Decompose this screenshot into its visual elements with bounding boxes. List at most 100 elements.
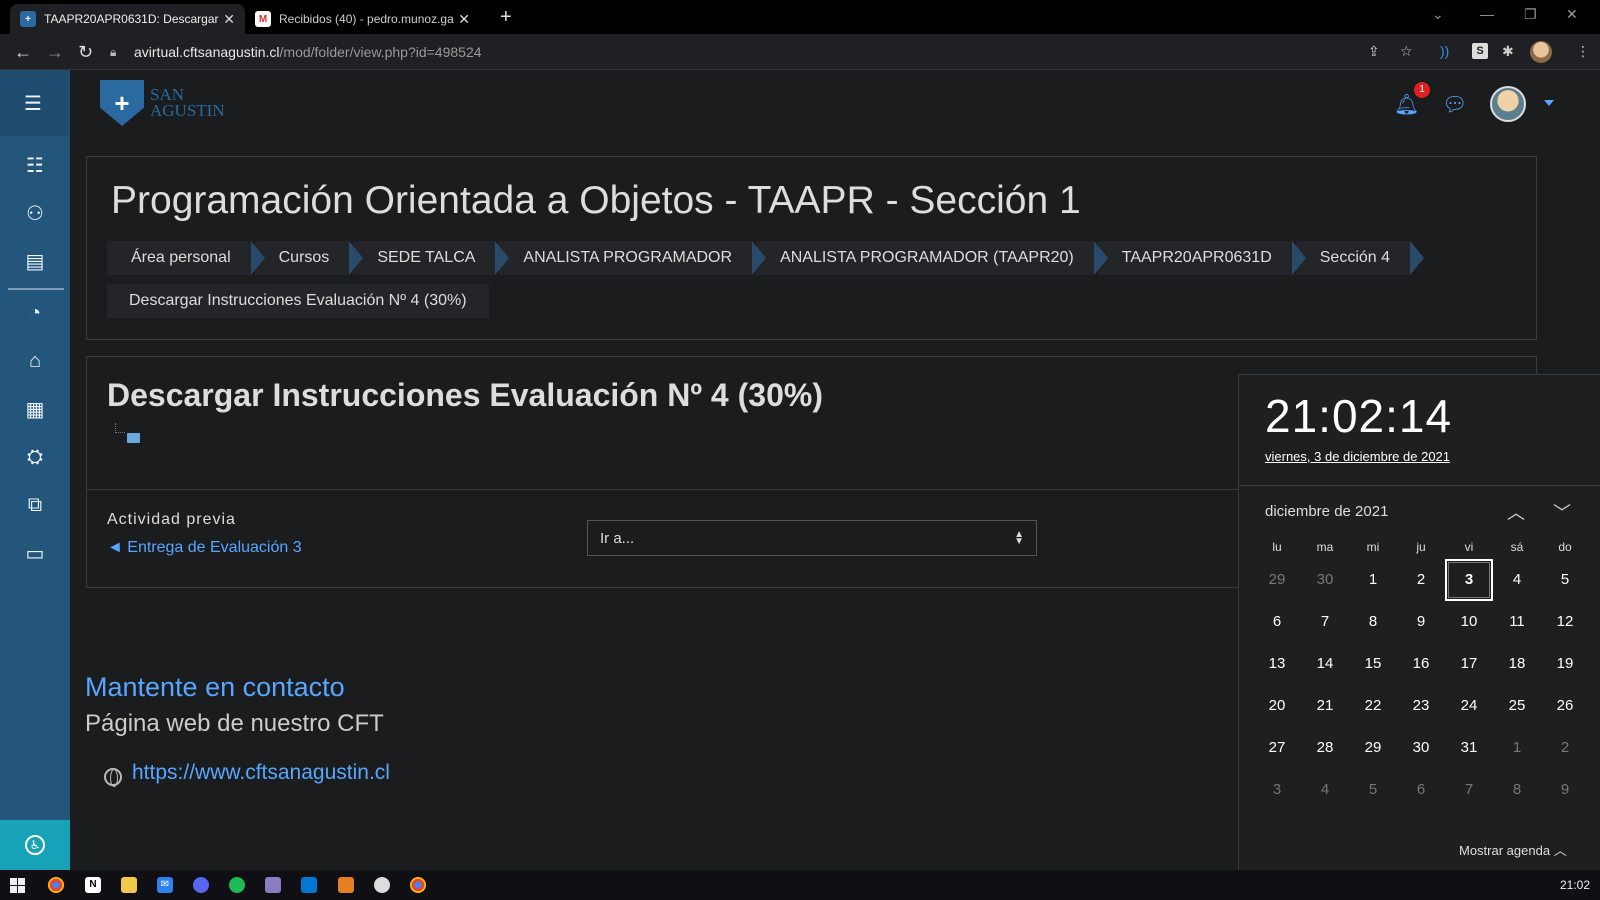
calendar-day[interactable]: 11 bbox=[1493, 601, 1541, 643]
calendar-day[interactable]: 21 bbox=[1301, 685, 1349, 727]
calendar-day[interactable]: 17 bbox=[1445, 643, 1493, 685]
windows-start-icon[interactable] bbox=[10, 878, 25, 893]
calendar-day[interactable]: 7 bbox=[1301, 601, 1349, 643]
calendar-day[interactable]: 19 bbox=[1541, 643, 1589, 685]
bookmark-star-icon[interactable]: ☆ bbox=[1400, 43, 1413, 60]
user-menu-caret-icon[interactable] bbox=[1544, 100, 1554, 106]
taskbar-clock[interactable]: 21:02 bbox=[1560, 878, 1590, 892]
close-tab-icon[interactable]: ✕ bbox=[223, 11, 235, 28]
browser-tab-active[interactable]: + TAAPR20APR0631D: Descargar In ✕ bbox=[10, 4, 245, 34]
vscode-taskbar-icon[interactable] bbox=[301, 877, 317, 893]
messages-chat-icon[interactable]: 💬︎ bbox=[1442, 92, 1467, 117]
calendar-month-label[interactable]: diciembre de 2021 bbox=[1265, 503, 1388, 520]
calendar-day[interactable]: 7 bbox=[1445, 769, 1493, 811]
calendar-day[interactable]: 3 bbox=[1253, 769, 1301, 811]
next-month-chevron-icon[interactable]: ﹀ bbox=[1553, 499, 1571, 525]
file-explorer-taskbar-icon[interactable] bbox=[121, 877, 137, 893]
calendar-day[interactable]: 25 bbox=[1493, 685, 1541, 727]
close-window-icon[interactable]: ✕ bbox=[1566, 6, 1578, 23]
calendar-day-today[interactable]: 3 bbox=[1445, 559, 1493, 601]
calendar-day[interactable]: 9 bbox=[1541, 769, 1589, 811]
breadcrumb-item[interactable]: ANALISTA PROGRAMADOR (TAAPR20) bbox=[756, 241, 1108, 275]
breadcrumb-item[interactable]: Sección 4 bbox=[1295, 241, 1425, 275]
home-icon[interactable]: ⌂ bbox=[22, 348, 48, 374]
chrome-profile-taskbar-icon[interactable] bbox=[410, 877, 426, 893]
share-icon[interactable]: ⇪ bbox=[1368, 43, 1380, 60]
calendar-day[interactable]: 12 bbox=[1541, 601, 1589, 643]
reload-icon[interactable]: ↻ bbox=[78, 42, 93, 63]
minimize-icon[interactable]: — bbox=[1480, 6, 1494, 22]
app-taskbar-icon[interactable] bbox=[265, 877, 281, 893]
show-agenda-button[interactable]: Mostrar agenda ︿ bbox=[1459, 840, 1567, 859]
dashboard-gauge-icon[interactable]: ◔ bbox=[22, 300, 48, 326]
folder-icon[interactable] bbox=[127, 433, 140, 443]
extension-s-icon[interactable]: S bbox=[1472, 43, 1488, 59]
jump-to-select[interactable]: Ir a... ▲ ▼ bbox=[587, 520, 1037, 556]
github-desktop-taskbar-icon[interactable] bbox=[374, 877, 390, 893]
calendar-day[interactable]: 8 bbox=[1349, 601, 1397, 643]
calendar-day[interactable]: 30 bbox=[1397, 727, 1445, 769]
breadcrumb-item[interactable]: Cursos bbox=[254, 241, 364, 275]
calendar-day[interactable]: 5 bbox=[1541, 559, 1589, 601]
discord-taskbar-icon[interactable] bbox=[193, 877, 209, 893]
close-tab-icon[interactable]: ✕ bbox=[458, 11, 470, 28]
calendar-day[interactable]: 20 bbox=[1253, 685, 1301, 727]
mail-taskbar-icon[interactable]: ✉ bbox=[157, 877, 173, 893]
calendar-day[interactable]: 23 bbox=[1397, 685, 1445, 727]
calendar-day[interactable]: 2 bbox=[1397, 559, 1445, 601]
calendar-day[interactable]: 16 bbox=[1397, 643, 1445, 685]
calendar-day[interactable]: 14 bbox=[1301, 643, 1349, 685]
calendar-day[interactable]: 13 bbox=[1253, 643, 1301, 685]
calendar-day[interactable]: 22 bbox=[1349, 685, 1397, 727]
calendar-day[interactable]: 5 bbox=[1349, 769, 1397, 811]
list-icon[interactable]: ☷ bbox=[22, 152, 48, 178]
restore-icon[interactable]: ❐ bbox=[1524, 6, 1537, 23]
hamburger-menu-icon[interactable]: ☰ bbox=[20, 90, 46, 116]
calendar-day[interactable]: 10 bbox=[1445, 601, 1493, 643]
calendar-day[interactable]: 24 bbox=[1445, 685, 1493, 727]
breadcrumb-item[interactable]: TAAPR20APR0631D bbox=[1097, 241, 1306, 275]
calendar-day[interactable]: 8 bbox=[1493, 769, 1541, 811]
grades-book-icon[interactable]: ▤ bbox=[22, 248, 48, 274]
calendar-day[interactable]: 9 bbox=[1397, 601, 1445, 643]
user-avatar[interactable] bbox=[1490, 86, 1526, 122]
calendar-day[interactable]: 4 bbox=[1301, 769, 1349, 811]
calendar-day[interactable]: 27 bbox=[1253, 727, 1301, 769]
calendar-day[interactable]: 4 bbox=[1493, 559, 1541, 601]
url-field[interactable]: 🔒︎ avirtual.cftsanagustin.cl /mod/folder… bbox=[110, 39, 1410, 65]
breadcrumb-item[interactable]: Área personal bbox=[107, 241, 265, 275]
site-logo[interactable]: + SAN AGUSTIN bbox=[100, 80, 225, 126]
calendar-day[interactable]: 18 bbox=[1493, 643, 1541, 685]
files-icon[interactable]: ⧉ bbox=[22, 492, 48, 518]
browser-tab-gmail[interactable]: M Recibidos (40) - pedro.munoz.ga ✕ bbox=[245, 4, 480, 34]
calendar-day[interactable]: 26 bbox=[1541, 685, 1589, 727]
participants-icon[interactable]: ⚇ bbox=[22, 200, 48, 226]
website-link[interactable]: https://www.cftsanagustin.cl bbox=[132, 761, 390, 785]
calendar-day[interactable]: 29 bbox=[1349, 727, 1397, 769]
spotify-taskbar-icon[interactable] bbox=[229, 877, 245, 893]
xampp-taskbar-icon[interactable] bbox=[338, 877, 354, 893]
calendar-day[interactable]: 31 bbox=[1445, 727, 1493, 769]
calendar-day[interactable]: 28 bbox=[1301, 727, 1349, 769]
breadcrumb-item[interactable]: SEDE TALCA bbox=[353, 241, 510, 275]
forward-icon[interactable]: → bbox=[46, 42, 64, 63]
accessibility-button[interactable]: ♿︎ bbox=[0, 820, 70, 870]
calendar-day[interactable]: 30 bbox=[1301, 559, 1349, 601]
calendar-day[interactable]: 1 bbox=[1493, 727, 1541, 769]
calendar-day[interactable]: 29 bbox=[1253, 559, 1301, 601]
chrome-taskbar-icon[interactable] bbox=[48, 877, 64, 893]
breadcrumb-item[interactable]: ANALISTA PROGRAMADOR bbox=[499, 241, 767, 275]
notion-taskbar-icon[interactable]: N bbox=[85, 877, 101, 893]
extension-audio-icon[interactable]: )) bbox=[1440, 43, 1449, 59]
calendar-day[interactable]: 2 bbox=[1541, 727, 1589, 769]
calendar-day[interactable]: 1 bbox=[1349, 559, 1397, 601]
back-icon[interactable]: ← bbox=[14, 42, 32, 63]
calendar-day[interactable]: 6 bbox=[1397, 769, 1445, 811]
calendar-icon[interactable]: ▦ bbox=[22, 396, 48, 422]
folder-icon[interactable]: ▭ bbox=[22, 540, 48, 566]
clock-date-link[interactable]: viernes, 3 de diciembre de 2021 bbox=[1265, 449, 1450, 464]
calendar-day[interactable]: 15 bbox=[1349, 643, 1397, 685]
previous-activity-link[interactable]: ◄ Entrega de Evaluación 3 bbox=[107, 539, 302, 557]
extensions-puzzle-icon[interactable]: ✱ bbox=[1502, 43, 1514, 60]
profile-avatar-icon[interactable] bbox=[1530, 41, 1552, 63]
